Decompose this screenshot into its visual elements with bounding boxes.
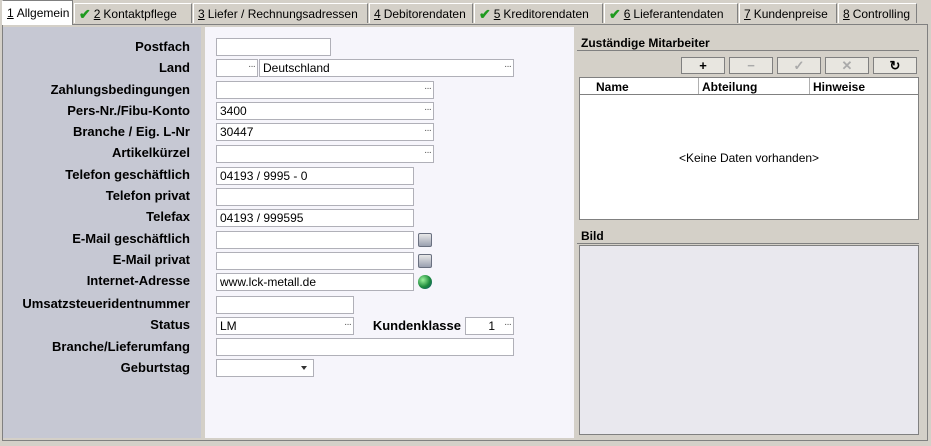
label-ust-id: Umsatzsteueridentnummer xyxy=(22,296,190,311)
tab-number: 5 xyxy=(493,6,501,21)
ellipsis-button[interactable]: ··· xyxy=(248,61,256,72)
tab-label: Controlling xyxy=(852,6,911,21)
ellipsis-button[interactable]: ··· xyxy=(504,61,512,72)
cancel-button[interactable]: ✕ xyxy=(825,57,869,74)
ellipsis-button[interactable]: ··· xyxy=(424,125,432,136)
label-status: Status xyxy=(150,317,190,332)
tab-lieferantendaten[interactable]: ✔ 6 Lieferantendaten xyxy=(604,3,738,23)
empty-message: <Keine Daten vorhanden> xyxy=(678,151,820,165)
label-email-privat: E-Mail privat xyxy=(112,252,190,267)
email-privat-input[interactable] xyxy=(216,252,414,270)
land-code-field[interactable]: ··· xyxy=(216,59,258,77)
column-header-name[interactable]: Name xyxy=(596,80,629,94)
label-telefon-privat: Telefon privat xyxy=(105,188,190,203)
tab-label: Debitorendaten xyxy=(383,6,466,21)
email-icon[interactable] xyxy=(418,233,432,247)
branche-lieferumfang-input[interactable] xyxy=(216,338,514,356)
tab-number: 6 xyxy=(623,6,631,21)
branche-value: 30447 xyxy=(220,125,254,139)
tab-label: Kontaktpflege xyxy=(103,6,177,21)
image-box[interactable] xyxy=(579,245,919,435)
branche-field[interactable]: 30447 ··· xyxy=(216,123,434,141)
internet-adresse-input[interactable]: www.lck-metall.de xyxy=(216,273,414,291)
label-kundenklasse: Kundenklasse xyxy=(372,318,461,333)
postfach-input[interactable] xyxy=(216,38,331,56)
tab-label: Kundenpreise xyxy=(753,6,828,21)
ellipsis-button[interactable]: ··· xyxy=(424,83,432,94)
tab-number: 3 xyxy=(198,6,205,21)
tab-bar: 1 Allgemein ✔ 2 Kontaktpflege 3 Liefer / Re… xyxy=(0,0,931,25)
tab-liefer-rechnungsadressen[interactable]: 3 Liefer / Rechnungsadressen xyxy=(193,3,368,23)
label-branche: Branche / Eig. L-Nr xyxy=(72,124,190,139)
tab-label: Lieferantendaten xyxy=(633,6,724,21)
pers-nr-value: 3400 xyxy=(220,104,247,118)
label-pers-nr: Pers-Nr./Fibu-Konto xyxy=(67,103,190,118)
add-button[interactable]: + xyxy=(681,57,725,74)
column-header-hinweise[interactable]: Hinweise xyxy=(813,80,865,94)
zahlungsbedingungen-field[interactable]: ··· xyxy=(216,81,434,99)
tab-allgemein[interactable]: 1 Allgemein xyxy=(2,0,73,25)
close-icon: ✕ xyxy=(841,57,853,73)
land-field[interactable]: Deutschland ··· xyxy=(259,59,514,77)
confirm-button[interactable]: ✓ xyxy=(777,57,821,74)
column-divider[interactable] xyxy=(698,78,699,94)
label-telefon-geschaeftlich: Telefon geschäftlich xyxy=(65,167,190,182)
plus-icon: + xyxy=(699,58,707,73)
tab-label: Liefer / Rechnungsadressen xyxy=(207,6,358,21)
checkmark-icon: ✔ xyxy=(609,5,621,22)
column-divider[interactable] xyxy=(809,78,810,94)
checkmark-icon: ✓ xyxy=(793,57,805,73)
pers-nr-field[interactable]: 3400 ··· xyxy=(216,102,434,120)
tab-controlling[interactable]: 8 Controlling xyxy=(838,3,917,23)
bild-group-title: Bild xyxy=(577,226,919,244)
telefax-input[interactable]: 04193 / 999595 xyxy=(216,209,414,227)
checkmark-icon: ✔ xyxy=(479,5,491,22)
geburtstag-datepicker[interactable] xyxy=(216,359,314,377)
status-value: LM xyxy=(220,319,237,333)
tab-label: Allgemein xyxy=(16,6,70,20)
tab-label: Kreditorendaten xyxy=(503,6,589,21)
refresh-icon: ↻ xyxy=(889,57,901,73)
ellipsis-button[interactable]: ··· xyxy=(424,147,432,158)
globe-icon[interactable] xyxy=(418,275,432,289)
tab-number: 4 xyxy=(374,6,381,21)
chevron-down-icon[interactable] xyxy=(301,366,307,370)
minus-icon: − xyxy=(747,58,755,73)
tab-number: 8 xyxy=(843,6,850,21)
label-postfach: Postfach xyxy=(135,39,190,54)
kundenklasse-field[interactable]: 1 ··· xyxy=(465,317,514,335)
mitarbeiter-grid[interactable]: Name Abteilung Hinweise <Keine Daten vor… xyxy=(579,77,919,220)
mitarbeiter-group-title: Zuständige Mitarbeiter xyxy=(577,33,919,51)
label-branche-lieferumfang: Branche/Lieferumfang xyxy=(52,339,190,354)
tab-kreditorendaten[interactable]: ✔ 5 Kreditorendaten xyxy=(474,3,603,23)
ellipsis-button[interactable]: ··· xyxy=(504,319,512,330)
kundenklasse-value: 1 xyxy=(488,319,495,333)
grid-header: Name Abteilung Hinweise xyxy=(580,78,918,95)
refresh-button[interactable]: ↻ xyxy=(873,57,917,74)
checkmark-icon: ✔ xyxy=(79,5,91,22)
remove-button[interactable]: − xyxy=(729,57,773,74)
column-header-abteilung[interactable]: Abteilung xyxy=(702,80,757,94)
tab-kontaktpflege[interactable]: ✔ 2 Kontaktpflege xyxy=(74,3,192,23)
tab-kundenpreise[interactable]: 7 Kundenpreise xyxy=(739,3,837,23)
tab-debitorendaten[interactable]: 4 Debitorendaten xyxy=(369,3,473,23)
artikelkuerzel-field[interactable]: ··· xyxy=(216,145,434,163)
tab-number: 2 xyxy=(93,6,101,21)
label-email-geschaeftlich: E-Mail geschäftlich xyxy=(72,231,190,246)
label-land: Land xyxy=(158,60,190,75)
tab-number: 1 xyxy=(7,6,14,20)
email-geschaeftlich-input[interactable] xyxy=(216,231,414,249)
label-internet-adresse: Internet-Adresse xyxy=(86,273,190,288)
ellipsis-button[interactable]: ··· xyxy=(424,104,432,115)
label-telefax: Telefax xyxy=(146,209,190,224)
label-geburtstag: Geburtstag xyxy=(120,360,190,375)
label-zahlungsbedingungen: Zahlungsbedingungen xyxy=(50,82,190,97)
tab-number: 7 xyxy=(744,6,751,21)
ust-id-input[interactable] xyxy=(216,296,354,314)
land-value: Deutschland xyxy=(263,61,330,75)
label-artikelkuerzel: Artikelkürzel xyxy=(111,145,190,160)
telefon-geschaeftlich-input[interactable]: 04193 / 9995 - 0 xyxy=(216,167,414,185)
telefon-privat-input[interactable] xyxy=(216,188,414,206)
email-icon[interactable] xyxy=(418,254,432,268)
